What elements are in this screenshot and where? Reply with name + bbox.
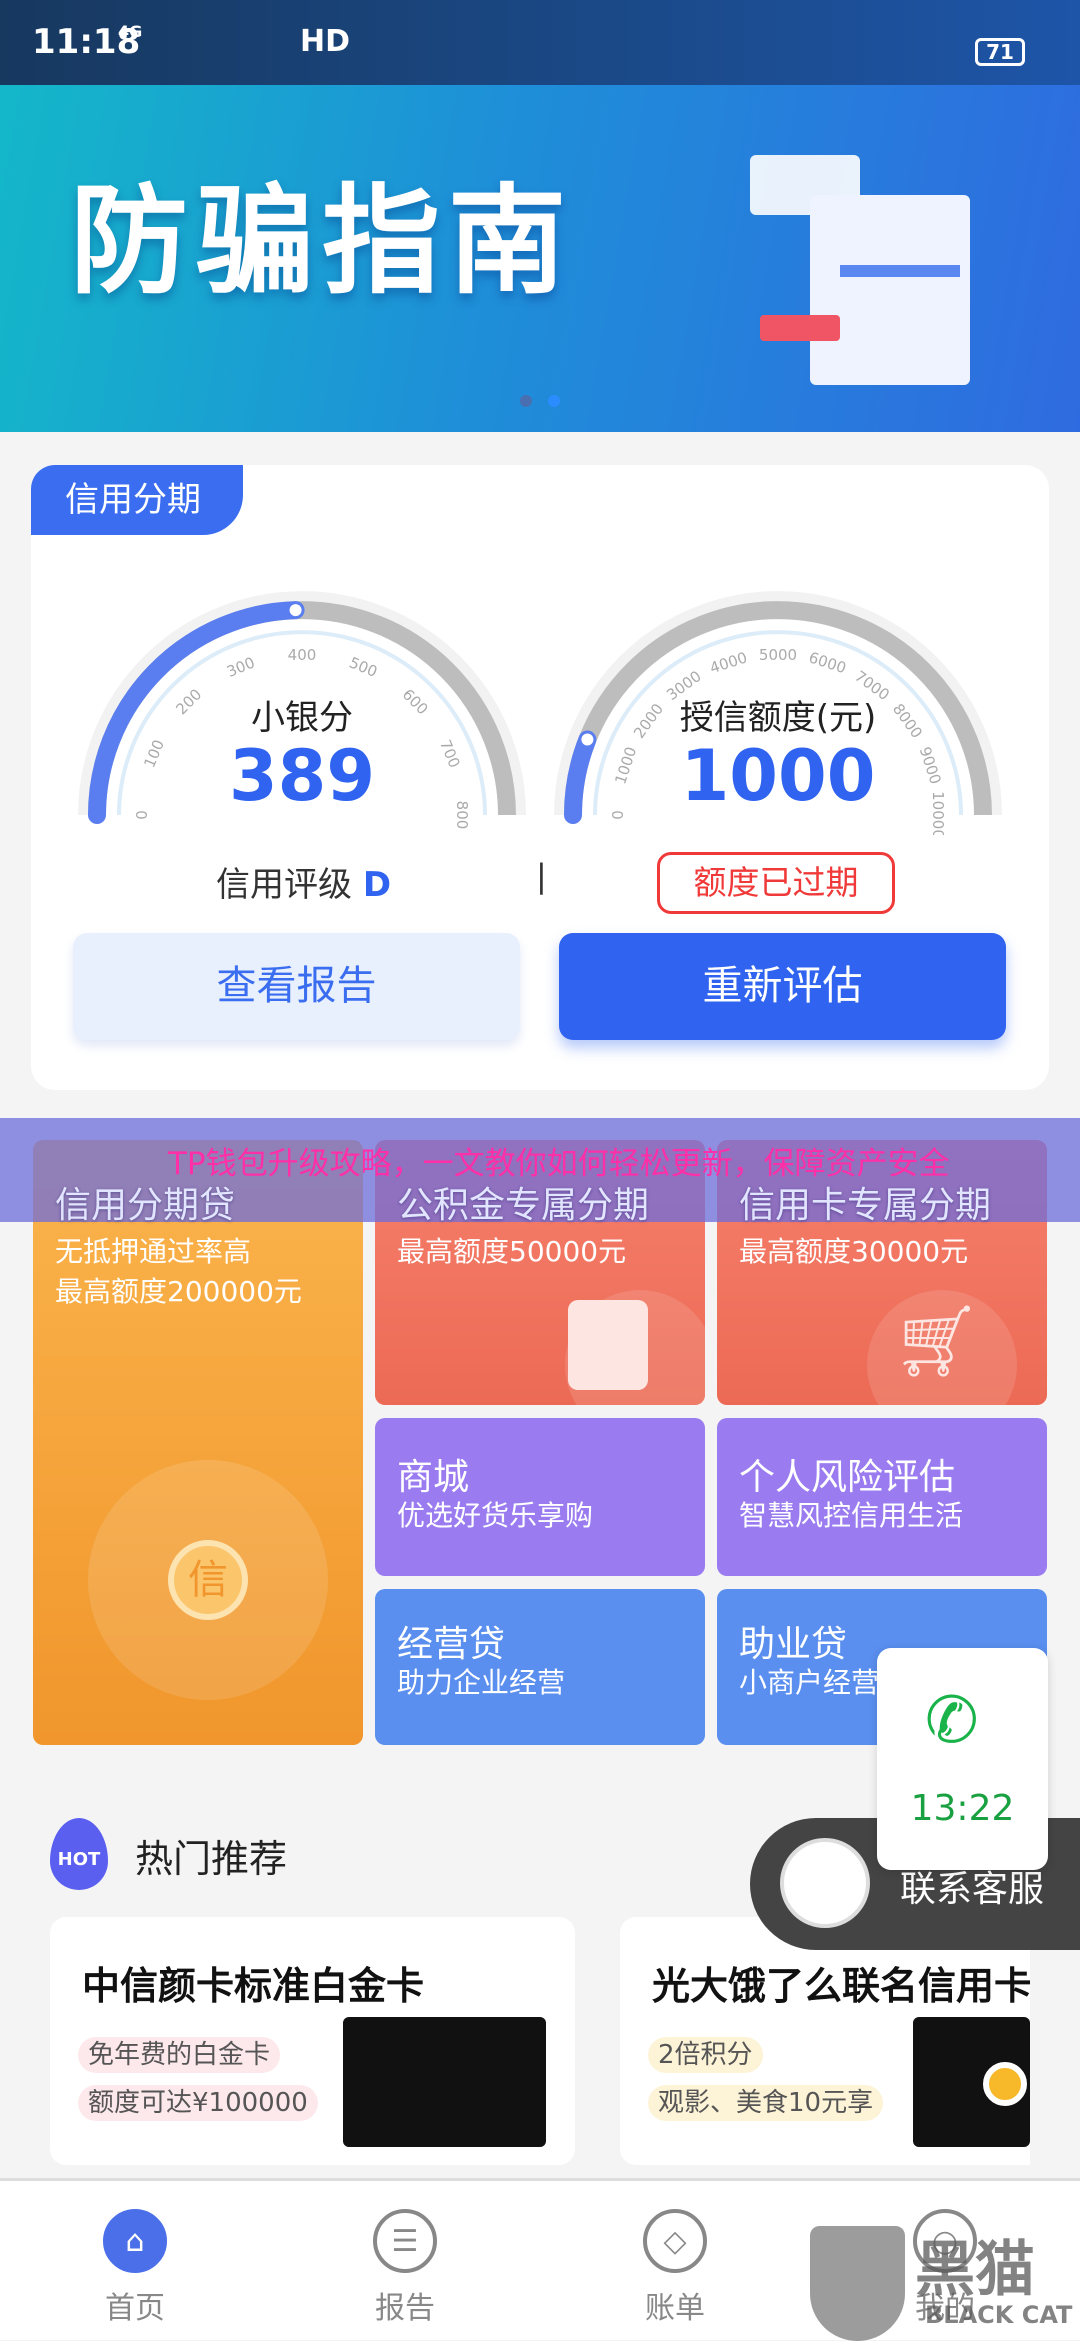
credit-rating: 信用评级 D: [216, 857, 391, 906]
tile-title: 商城: [397, 1457, 470, 1498]
product-card[interactable]: 光大饿了么联名信用卡 2倍积分 观影、美食10元享: [620, 1917, 1030, 2165]
tile-business-loan[interactable]: 经营贷 助力企业经营: [375, 1589, 705, 1745]
illustration-icon: [750, 145, 1010, 385]
divider: |: [536, 857, 547, 895]
banner-title: 防骗指南: [70, 172, 575, 310]
rating-value: D: [362, 865, 392, 905]
call-timer: 13:22: [910, 1788, 1015, 1829]
gauge-tick-label: 10000: [929, 791, 947, 835]
gauge-tick-label: 6000: [807, 648, 849, 677]
view-report-button[interactable]: 查看报告: [73, 933, 520, 1040]
tile-subtitle: 智慧风控信用生活: [739, 1499, 964, 1532]
product-name: 中信颜卡标准白金卡: [82, 1964, 425, 2008]
product-tag: 额度可达¥100000: [78, 2085, 318, 2121]
gauge-indicator: [581, 733, 594, 746]
reassess-button[interactable]: 重新评估: [559, 933, 1006, 1040]
tile-title: 信用分期贷: [55, 1185, 236, 1226]
tile-risk-assessment[interactable]: 个人风险评估 智慧风控信用生活: [717, 1418, 1047, 1576]
gauge-tick-label: 0: [609, 810, 627, 820]
card-image: [913, 2017, 1030, 2147]
gauge-tick-label: 500: [347, 653, 380, 681]
gauge-tick-label: 5000: [759, 646, 797, 664]
limit-value: 1000: [680, 735, 876, 817]
rating-label: 信用评级: [216, 865, 352, 905]
credit-medal-icon: 信: [168, 1540, 248, 1620]
nav-label: 账单: [645, 2291, 705, 2326]
nav-home[interactable]: ⌂ 首页: [65, 2209, 205, 2327]
status-bar: 11:18 4G HD 71: [0, 0, 1080, 85]
gauge-tick-label: 300: [224, 653, 257, 681]
gauge-indicator: [289, 604, 302, 617]
agent-avatar: [780, 1838, 870, 1928]
carousel-dot[interactable]: [520, 395, 532, 407]
hot-icon: HOT: [50, 1818, 108, 1890]
tile-title: 经营贷: [397, 1624, 506, 1665]
tile-subtitle: 助力企业经营: [397, 1666, 566, 1699]
network-icon: 4G: [118, 22, 143, 41]
product-tag: 免年费的白金卡: [78, 2037, 281, 2073]
tile-title: 个人风险评估: [739, 1457, 956, 1498]
tile-subtitle: 最高额度30000元: [739, 1235, 969, 1268]
gauge-tick-label: 800: [453, 801, 471, 830]
call-widget[interactable]: ✆ 13:22: [877, 1648, 1048, 1870]
nav-bill[interactable]: ◇ 账单: [605, 2209, 745, 2327]
tile-title: 助业贷: [739, 1624, 848, 1665]
score-value: 389: [228, 735, 376, 817]
home-icon: ⌂: [103, 2209, 167, 2273]
card-image: [343, 2017, 546, 2147]
banner[interactable]: 防骗指南: [0, 85, 1080, 432]
battery-icon: 71: [975, 38, 1025, 66]
gauge-tick-label: 0: [133, 810, 151, 820]
section-tag: 信用分期: [31, 465, 243, 535]
report-icon: ☰: [373, 2209, 437, 2273]
tile-title: 信用卡专属分期: [739, 1185, 992, 1226]
gauge-fill: [564, 730, 597, 824]
tile-mall[interactable]: 商城 优选好货乐享购: [375, 1418, 705, 1576]
tile-subtitle: 最高额度200000元: [55, 1275, 302, 1308]
score-label: 小银分: [251, 698, 353, 738]
tile-credit-installment-loan[interactable]: 信用分期贷 无抵押通过率高 最高额度200000元 信: [33, 1140, 363, 1745]
nav-label: 首页: [105, 2291, 165, 2326]
section-title: 热门推荐: [135, 1837, 288, 1881]
product-name: 光大饿了么联名信用卡: [652, 1964, 1030, 2008]
product-tag: 2倍积分: [648, 2037, 763, 2073]
nav-report[interactable]: ☰ 报告: [335, 2209, 475, 2327]
tile-subtitle: 优选好货乐享购: [397, 1499, 594, 1532]
tile-subtitle: 最高额度50000元: [397, 1235, 627, 1268]
tile-subtitle: 无抵押通过率高: [55, 1235, 252, 1268]
product-card[interactable]: 中信颜卡标准白金卡 免年费的白金卡 额度可达¥100000: [50, 1917, 575, 2165]
cart-icon: 🛒︎: [892, 1300, 981, 1382]
expired-badge: 额度已过期: [657, 852, 895, 914]
wifi-icon: HD: [300, 24, 351, 59]
nav-label: 报告: [375, 2291, 435, 2326]
phone-icon: ✆: [925, 1684, 979, 1758]
tile-subtitle: 小商户经营: [739, 1666, 880, 1699]
document-icon: [568, 1300, 648, 1390]
credit-installment-card: 信用分期 0 100 200 300 400 500 600 700 800 0 1000 2000…: [31, 465, 1049, 1090]
limit-label: 授信额度(元): [679, 698, 877, 738]
gauge-tick-label: 4000: [708, 648, 750, 677]
tile-title: 公积金专属分期: [397, 1185, 650, 1226]
carousel-dot-active[interactable]: [548, 395, 560, 407]
tag-icon: ◇: [643, 2209, 707, 2273]
bottom-nav: ⌂ 首页 ☰ 报告 ◇ 账单 ○ 我的 黑猫 BLACK CAT: [0, 2178, 1080, 2341]
product-tag: 观影、美食10元享: [648, 2085, 884, 2121]
blackcat-watermark: 黑猫 BLACK CAT: [810, 2221, 1080, 2341]
gauge-tick-label: 400: [288, 646, 317, 664]
